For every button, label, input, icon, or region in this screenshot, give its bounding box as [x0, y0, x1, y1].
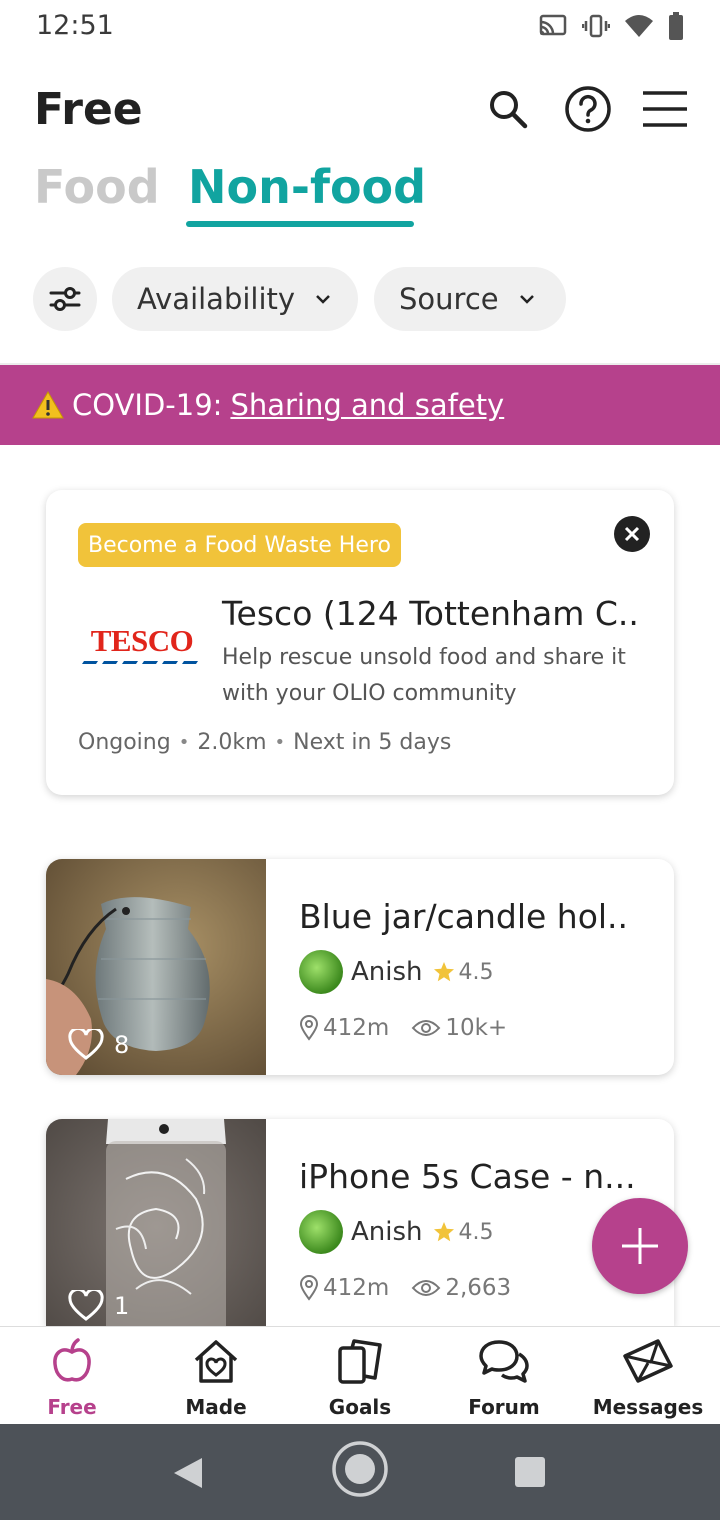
battery-icon [669, 12, 683, 40]
nav-label: Messages [592, 1395, 704, 1419]
nav-item-free[interactable]: Free [0, 1327, 144, 1425]
listing-user: Anish 4.5 [299, 950, 494, 994]
eye-icon [411, 1280, 441, 1296]
status-time: 12:51 [36, 10, 114, 41]
menu-button[interactable] [640, 84, 690, 134]
tesco-logo-text: TESCO [91, 623, 194, 658]
nav-label: Goals [328, 1395, 392, 1419]
nav-item-goals[interactable]: Goals [288, 1327, 432, 1425]
tab-food[interactable]: Food [34, 160, 160, 214]
nav-item-made[interactable]: Made [144, 1327, 288, 1425]
hamburger-menu-icon [643, 91, 687, 127]
status-icons [538, 12, 684, 40]
filter-settings-button[interactable] [33, 267, 97, 331]
apple-icon [53, 1338, 91, 1382]
bottom-navigation: Free Made Goals Forum Messages [0, 1326, 720, 1424]
home-circle-icon[interactable] [331, 1440, 389, 1498]
availability-filter[interactable]: Availability [112, 267, 358, 331]
location-pin-icon [299, 1275, 319, 1301]
listing-distance: 412m [323, 1015, 390, 1041]
back-icon[interactable] [172, 1456, 204, 1490]
status-bar: 12:51 [0, 0, 720, 56]
sliders-icon [49, 287, 81, 311]
user-rating: 4.5 [458, 1219, 494, 1245]
avatar [299, 1210, 343, 1254]
listing-views: 2,663 [445, 1275, 512, 1301]
likes-number: 8 [114, 1031, 130, 1059]
star-icon [433, 962, 454, 982]
close-icon [624, 526, 640, 542]
source-filter-label: Source [399, 282, 499, 316]
listing-title: Blue jar/candle hol.. [299, 897, 629, 936]
covid-banner: COVID-19: Sharing and safety [0, 365, 720, 445]
separator-dot: • [178, 732, 190, 753]
availability-filter-label: Availability [137, 282, 296, 316]
vibrate-icon [582, 14, 610, 38]
promo-card[interactable]: Become a Food Waste Hero TESCO Tesco (12… [46, 490, 674, 795]
listing-stats: 412m 2,663 [299, 1275, 533, 1301]
likes-number: 1 [114, 1292, 130, 1320]
add-listing-button[interactable] [592, 1198, 688, 1294]
goals-icon [338, 1339, 382, 1384]
page-title: Free [34, 84, 143, 135]
separator-dot: • [274, 732, 286, 753]
search-icon [490, 91, 528, 129]
chevron-down-icon [316, 295, 330, 304]
nav-label: Made [185, 1395, 247, 1419]
cast-icon [539, 14, 567, 36]
wifi-icon [625, 15, 653, 37]
chat-bubbles-icon [479, 1340, 529, 1383]
promo-meta: Ongoing • 2.0km • Next in 5 days [78, 730, 451, 755]
tesco-logo: TESCO [82, 623, 198, 664]
food-waste-hero-badge: Become a Food Waste Hero [78, 523, 401, 567]
listing-user: Anish 4.5 [299, 1210, 494, 1254]
likes-count: 8 [68, 1029, 129, 1061]
heart-icon[interactable] [68, 1029, 104, 1061]
promo-distance: 2.0km [197, 730, 267, 755]
envelope-icon [623, 1339, 673, 1383]
warning-icon [32, 390, 64, 419]
likes-count: 1 [68, 1290, 129, 1322]
help-button[interactable] [563, 84, 613, 134]
active-tab-indicator [186, 221, 414, 227]
promo-description: Help rescue unsold food and share it wit… [222, 645, 626, 706]
nav-label: Forum [468, 1395, 540, 1419]
system-navigation-bar [0, 1424, 720, 1520]
home-heart-icon [194, 1340, 238, 1383]
nav-label: Free [47, 1395, 97, 1419]
promo-title: Tesco (124 Tottenham C.. [222, 594, 639, 633]
listing-stats: 412m 10k+ [299, 1015, 529, 1041]
listing-card[interactable]: 1 iPhone 5s Case - n... Anish 4.5 412m 2… [46, 1119, 674, 1326]
promo-next: Next in 5 days [293, 730, 452, 755]
user-name: Anish [351, 1217, 423, 1247]
promo-status: Ongoing [78, 730, 171, 755]
star-icon [433, 1222, 454, 1242]
plus-icon [622, 1228, 658, 1264]
eye-icon [411, 1020, 441, 1036]
close-promo-button[interactable] [614, 516, 650, 552]
listing-title: iPhone 5s Case - n... [299, 1157, 636, 1196]
covid-safety-link[interactable]: Sharing and safety [230, 388, 504, 422]
listing-distance: 412m [323, 1275, 390, 1301]
search-button[interactable] [483, 84, 533, 134]
user-name: Anish [351, 957, 423, 987]
heart-icon[interactable] [68, 1290, 104, 1322]
nav-item-forum[interactable]: Forum [432, 1327, 576, 1425]
location-pin-icon [299, 1015, 319, 1041]
avatar [299, 950, 343, 994]
listing-card[interactable]: 8 Blue jar/candle hol.. Anish 4.5 412m 1… [46, 859, 674, 1075]
nav-item-messages[interactable]: Messages [576, 1327, 720, 1425]
recent-apps-icon[interactable] [514, 1456, 546, 1488]
user-rating: 4.5 [458, 959, 494, 985]
help-icon [565, 86, 611, 132]
tab-non-food[interactable]: Non-food [188, 160, 426, 214]
covid-banner-prefix: COVID-19: [72, 388, 223, 422]
listing-views: 10k+ [445, 1015, 508, 1041]
chevron-down-icon [519, 295, 534, 304]
source-filter[interactable]: Source [374, 267, 566, 331]
